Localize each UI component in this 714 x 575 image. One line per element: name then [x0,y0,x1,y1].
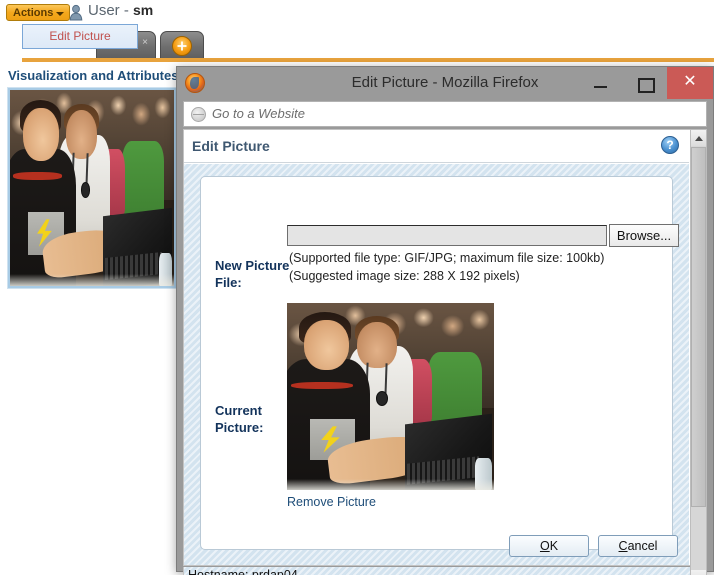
profile-photo [8,88,176,288]
globe-icon [191,107,206,122]
address-bar[interactable]: Go to a Website [183,101,707,127]
dialog-header: Edit Picture ? [184,130,689,163]
cancel-rest: ancel [627,539,658,553]
browse-button[interactable]: Browse... [609,224,679,247]
scrollbar-thumb[interactable] [691,147,706,507]
vertical-scrollbar[interactable] [690,129,707,575]
user-icon [69,4,83,21]
page-title: Visualization and Attributes [8,68,179,83]
dialog-title: Edit Picture [192,138,270,154]
screen-root: Actions User - sm o 1 × Vi [0,0,714,575]
firefox-window: Edit Picture - Mozilla Firefox ✕ Go to a… [176,66,714,575]
user-prefix: User - [88,2,129,19]
status-bar: Hostname: prdap04 [183,567,707,575]
address-bar-placeholder: Go to a Website [212,106,305,121]
accent-bar [0,58,714,62]
cancel-button[interactable]: Cancel [598,535,678,557]
current-picture-image [287,303,494,490]
help-icon[interactable]: ? [661,136,679,154]
user-name: sm [133,2,154,18]
photo-canvas [10,90,174,286]
new-picture-label: New Picture File: [215,258,290,290]
photo-canvas [287,303,494,490]
user-label: User - sm [88,2,153,19]
tab-add[interactable] [160,31,204,58]
maximize-button[interactable] [623,67,667,99]
plus-icon [172,36,192,56]
remove-picture-link[interactable]: Remove Picture [287,495,376,509]
suggested-size-note: (Suggested image size: 288 X 192 pixels) [289,269,520,283]
form-panel: New Picture File: Browse... (Supported f… [200,176,679,550]
actions-button-label: Actions [13,7,54,19]
chevron-down-icon [56,12,65,16]
ok-rest: K [549,539,559,553]
menu-item-edit-picture[interactable]: Edit Picture [23,25,137,48]
ok-button[interactable]: OK [509,535,589,557]
dialog-button-row: OK Cancel [184,535,689,559]
close-button[interactable]: ✕ [667,67,713,99]
actions-button[interactable]: Actions [6,4,71,21]
file-input[interactable] [287,225,607,246]
ok-accel: O [539,539,550,553]
hostname-text: Hostname: prdap04 [188,568,298,575]
dialog-body: New Picture File: Browse... (Supported f… [184,164,689,565]
current-picture-label: Current Picture: [215,403,264,435]
supported-types-note: (Supported file type: GIF/JPG; maximum f… [289,251,605,265]
actions-dropdown-menu[interactable]: Edit Picture [22,24,138,49]
browser-content: Edit Picture ? New Picture File: Browse.… [183,129,707,566]
minimize-button[interactable] [579,67,623,99]
scroll-up-icon[interactable] [691,130,706,146]
window-titlebar[interactable]: Edit Picture - Mozilla Firefox ✕ [177,67,713,99]
help-glyph: ? [666,138,674,152]
accent-bar-gap [0,57,22,62]
tab-close-icon[interactable]: × [142,37,148,48]
scroll-down-icon[interactable] [691,570,706,575]
cancel-accel: C [618,539,628,553]
